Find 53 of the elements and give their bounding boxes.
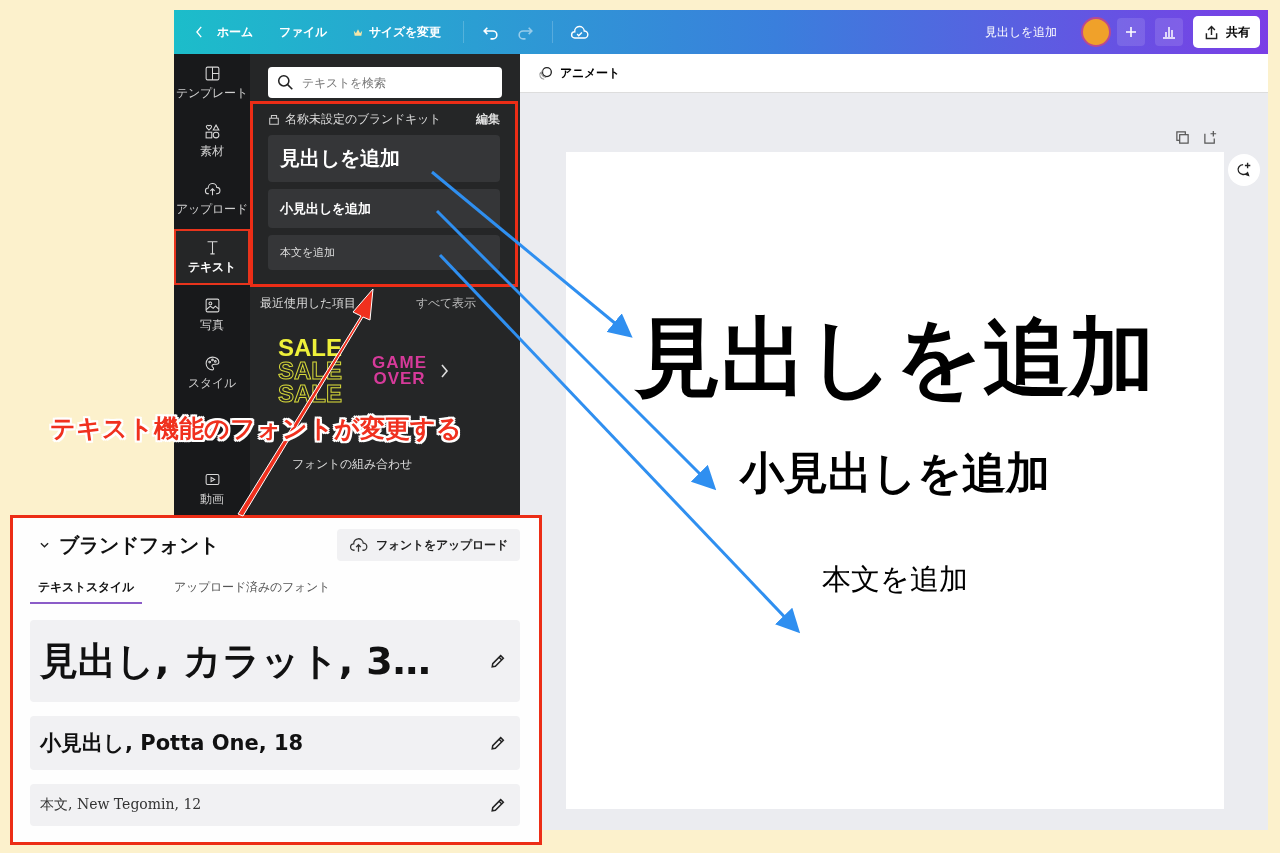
tab[interactable]: アップロード済みのフォント (166, 574, 338, 604)
palette-icon (203, 354, 221, 372)
sidebar-item[interactable]: 素材 (174, 113, 250, 169)
sidebar-item[interactable]: スタイル (174, 345, 250, 401)
text-style-row[interactable]: 本文, New Tegomin, 12 (30, 784, 520, 826)
duplicate-page-icon[interactable] (1175, 130, 1190, 145)
brand-kit-title: 名称未設定のブランドキット (285, 111, 442, 127)
animate-button[interactable]: アニメート (532, 63, 626, 83)
speech-bubble-plus-icon (1235, 161, 1253, 179)
sidebar-item[interactable]: アップロード (174, 171, 250, 227)
cloud-upload-icon (349, 535, 368, 555)
brand-kit-icon (268, 113, 280, 125)
animate-icon (538, 65, 554, 81)
search-field[interactable]: テキストを検索 (268, 67, 502, 98)
shapes-icon (203, 122, 221, 140)
add-text-button[interactable]: 見出しを追加 (268, 135, 500, 182)
sidebar-item[interactable]: テンプレート (174, 55, 250, 111)
canvas-text[interactable]: 見出しを追加 (635, 307, 1155, 407)
back-chevron-icon (196, 26, 203, 38)
cloud-upload-icon (203, 180, 221, 198)
sidebar-item[interactable]: 動画 (174, 461, 250, 517)
section-title: フォントの組み合わせ (292, 457, 413, 473)
share-button[interactable]: 共有 (1193, 16, 1260, 48)
sidebar-item[interactable]: 写真 (174, 287, 250, 343)
add-text-button[interactable]: 小見出しを追加 (268, 189, 500, 228)
section-title: ブランドフォント (59, 531, 219, 559)
sidebar-item[interactable]: テキスト (174, 229, 250, 285)
crown-icon (353, 27, 363, 37)
canvas-text[interactable]: 本文を追加 (822, 561, 968, 597)
show-all-link[interactable]: すべて表示 (416, 296, 476, 311)
upload-font-button[interactable]: フォントをアップロード (337, 529, 520, 561)
avatar[interactable] (1081, 17, 1111, 47)
share-icon (1203, 23, 1220, 41)
design-title[interactable]: 見出しを追加 (985, 24, 1057, 40)
layout-icon (203, 64, 221, 82)
text-template-thumbnail[interactable]: GAME OVER (372, 355, 427, 388)
plus-icon[interactable] (1117, 18, 1145, 46)
text-style-row[interactable]: 見出し, カラット, 3… (30, 620, 520, 702)
chevron-down-icon[interactable] (40, 542, 49, 548)
pencil-icon[interactable] (489, 796, 506, 814)
add-comment-button[interactable] (1228, 154, 1260, 186)
text-style-row[interactable]: 小見出し, Potta One, 18 (30, 716, 520, 770)
bar-chart-icon[interactable] (1155, 18, 1183, 46)
pencil-icon[interactable] (489, 652, 506, 670)
canvas-text[interactable]: 小見出しを追加 (740, 445, 1050, 501)
pencil-icon[interactable] (489, 734, 506, 752)
image-icon (203, 296, 221, 314)
add-text-button[interactable]: 本文を追加 (268, 235, 500, 270)
tab[interactable]: テキストスタイル (30, 574, 142, 604)
edit-link[interactable]: 編集 (476, 111, 500, 127)
add-page-icon[interactable] (1203, 130, 1218, 145)
section-title: 最近使用した項目 (260, 296, 356, 311)
chevron-right-icon[interactable] (441, 364, 449, 379)
